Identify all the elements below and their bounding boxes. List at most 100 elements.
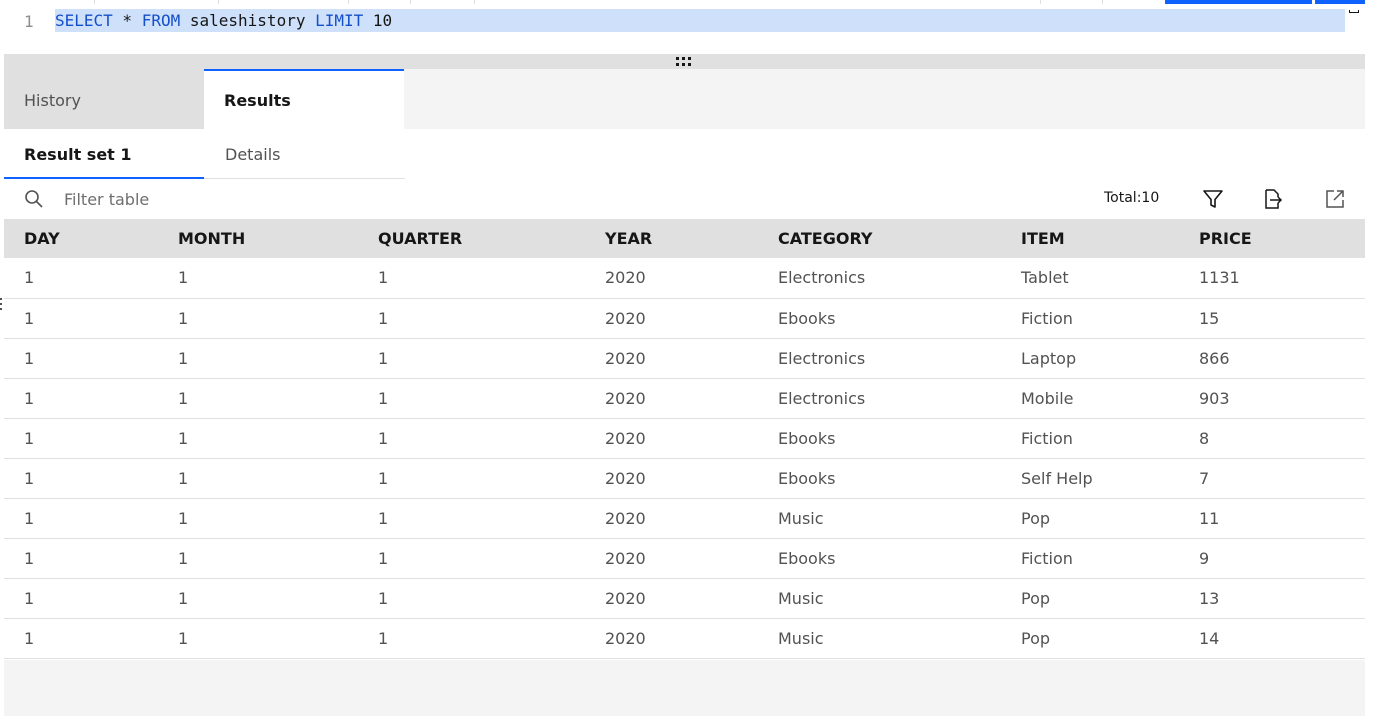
table-cell-quarter: 1 — [358, 378, 585, 419]
table-row[interactable]: 1 1 1 2020 Electronics Laptop 866 — [4, 338, 1365, 379]
table-cell-category: Electronics — [758, 258, 1001, 299]
table-cell-price: 903 — [1179, 378, 1365, 419]
table-cell-day: 1 — [4, 578, 158, 619]
table-cell-category: Music — [758, 578, 1001, 619]
table-cell-price: 1131 — [1179, 258, 1365, 299]
table-cell-month: 1 — [158, 418, 358, 459]
table-cell-category: Ebooks — [758, 458, 1001, 499]
table-cell-month: 1 — [158, 378, 358, 419]
side-drag-handle[interactable] — [0, 298, 3, 312]
table-body: 1 1 1 2020 Electronics Tablet 1131 1 1 1 2020 Ebook… — [4, 258, 1365, 659]
table-cell-quarter: 1 — [358, 538, 585, 579]
table-cell-item: Fiction — [1001, 298, 1179, 339]
table-cell-item: Mobile — [1001, 378, 1179, 419]
column-header-year[interactable]: YEAR — [585, 219, 758, 258]
column-header-quarter[interactable]: QUARTER — [358, 219, 585, 258]
table-header-row: DAY MONTH QUARTER YEAR CATEGORY ITEM PRICE — [4, 219, 1365, 258]
table-cell-month: 1 — [158, 618, 358, 659]
table-cell-quarter: 1 — [358, 618, 585, 659]
table-cell-price: 7 — [1179, 458, 1365, 499]
table-cell-day: 1 — [4, 458, 158, 499]
table-row[interactable]: 1 1 1 2020 Music Pop 11 — [4, 498, 1365, 539]
table-cell-item: Tablet — [1001, 258, 1179, 299]
table-cell-item: Laptop — [1001, 338, 1179, 379]
table-cell-quarter: 1 — [358, 498, 585, 539]
table-cell-month: 1 — [158, 458, 358, 499]
filter-table-input[interactable] — [54, 183, 654, 215]
table-row[interactable]: 1 1 1 2020 Electronics Mobile 903 — [4, 378, 1365, 419]
table-cell-day: 1 — [4, 498, 158, 539]
table-empty-area — [4, 660, 1365, 716]
query-text[interactable]: SELECT * FROM saleshistory LIMIT 10 — [55, 9, 1345, 32]
export-icon[interactable] — [1261, 188, 1283, 210]
table-cell-month: 1 — [158, 298, 358, 339]
table-cell-category: Music — [758, 498, 1001, 539]
table-cell-category: Electronics — [758, 378, 1001, 419]
table-cell-year: 2020 — [585, 618, 758, 659]
table-cell-month: 1 — [158, 578, 358, 619]
table-row[interactable]: 1 1 1 2020 Ebooks Fiction 15 — [4, 298, 1365, 339]
table-cell-day: 1 — [4, 618, 158, 659]
table-cell-category: Ebooks — [758, 538, 1001, 579]
filter-icon[interactable] — [1202, 188, 1224, 210]
table-cell-price: 14 — [1179, 618, 1365, 659]
tab-results[interactable]: Results — [204, 69, 404, 129]
resize-grip-icon[interactable] — [676, 57, 692, 66]
column-header-category[interactable]: CATEGORY — [758, 219, 1001, 258]
table-cell-year: 2020 — [585, 378, 758, 419]
table-cell-year: 2020 — [585, 418, 758, 459]
table-cell-day: 1 — [4, 338, 158, 379]
table-cell-category: Ebooks — [758, 418, 1001, 459]
open-external-icon[interactable] — [1324, 188, 1346, 210]
table-row[interactable]: 1 1 1 2020 Electronics Tablet 1131 — [4, 258, 1365, 299]
table-cell-price: 9 — [1179, 538, 1365, 579]
table-cell-month: 1 — [158, 338, 358, 379]
column-header-day[interactable]: DAY — [4, 219, 158, 258]
table-cell-year: 2020 — [585, 578, 758, 619]
table-toolbar: Total:10 — [4, 179, 1365, 219]
table-cell-item: Pop — [1001, 498, 1179, 539]
table-cell-price: 13 — [1179, 578, 1365, 619]
table-cell-item: Fiction — [1001, 418, 1179, 459]
minimap-marker — [1349, 10, 1359, 13]
column-header-price[interactable]: PRICE — [1179, 219, 1365, 258]
result-subtabs: Result set 1 Details — [4, 129, 405, 179]
table-cell-day: 1 — [4, 378, 158, 419]
table-cell-price: 8 — [1179, 418, 1365, 459]
table-cell-year: 2020 — [585, 458, 758, 499]
sql-text: 10 — [363, 11, 393, 30]
table-cell-quarter: 1 — [358, 258, 585, 299]
sql-text: saleshistory — [180, 11, 316, 30]
table-cell-day: 1 — [4, 258, 158, 299]
sql-editor-workspace: 1 SELECT * FROM saleshistory LIMIT 10 Hi… — [0, 0, 1380, 716]
sql-text: * — [112, 11, 142, 30]
tab-details[interactable]: Details — [205, 129, 405, 179]
sql-keyword: LIMIT — [315, 11, 364, 30]
table-cell-month: 1 — [158, 538, 358, 579]
column-header-item[interactable]: ITEM — [1001, 219, 1179, 258]
line-number: 1 — [24, 12, 34, 31]
table-cell-quarter: 1 — [358, 338, 585, 379]
results-table: DAY MONTH QUARTER YEAR CATEGORY ITEM PRICE 111… — [4, 219, 1365, 659]
table-cell-price: 15 — [1179, 298, 1365, 339]
table-cell-quarter: 1 — [358, 458, 585, 499]
table-cell-year: 2020 — [585, 498, 758, 539]
sql-editor[interactable]: 1 SELECT * FROM saleshistory LIMIT 10 — [4, 4, 1365, 54]
table-cell-item: Fiction — [1001, 538, 1179, 579]
tab-result-set-1[interactable]: Result set 1 — [4, 129, 204, 179]
table-row[interactable]: 1 1 1 2020 Ebooks Fiction 8 — [4, 418, 1365, 459]
table-cell-price: 866 — [1179, 338, 1365, 379]
table-row[interactable]: 1 1 1 2020 Ebooks Fiction 9 — [4, 538, 1365, 579]
tab-history[interactable]: History — [4, 69, 204, 129]
table-row[interactable]: 1 1 1 2020 Ebooks Self Help 7 — [4, 458, 1365, 499]
panel-splitter[interactable] — [4, 54, 1365, 69]
table-row[interactable]: 1 1 1 2020 Music Pop 13 — [4, 578, 1365, 619]
table-cell-category: Music — [758, 618, 1001, 659]
table-cell-year: 2020 — [585, 538, 758, 579]
table-cell-year: 2020 — [585, 258, 758, 299]
column-header-month[interactable]: MONTH — [158, 219, 358, 258]
table-cell-category: Ebooks — [758, 298, 1001, 339]
table-row[interactable]: 1 1 1 2020 Music Pop 14 — [4, 618, 1365, 659]
table-cell-day: 1 — [4, 298, 158, 339]
sql-keyword: FROM — [141, 11, 181, 30]
